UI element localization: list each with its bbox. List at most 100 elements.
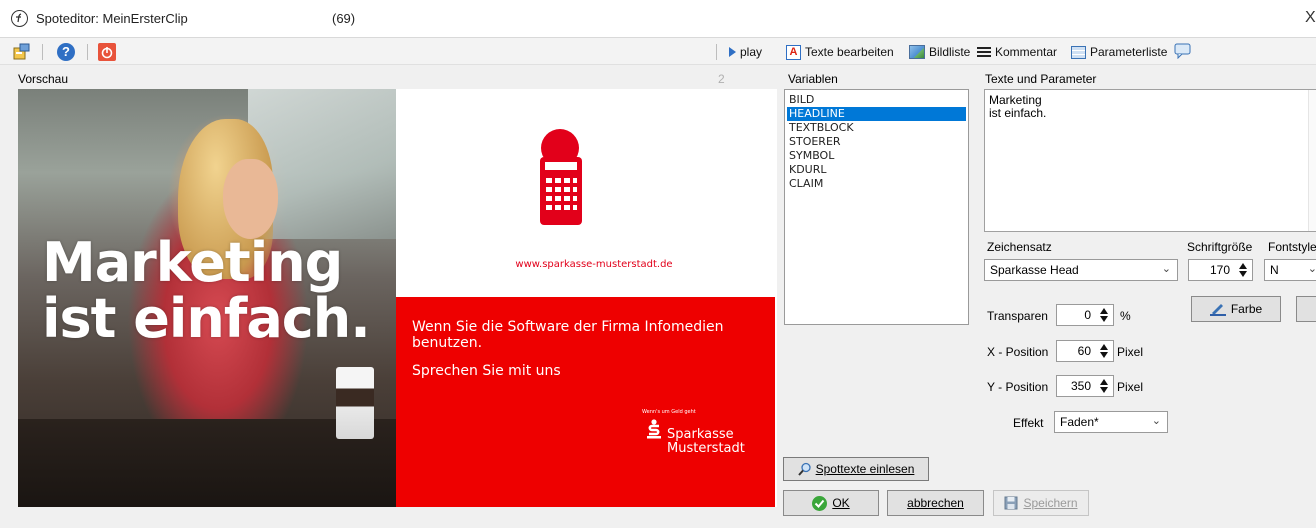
play-label: play: [740, 45, 763, 59]
textarea-scrollbar[interactable]: [1308, 90, 1316, 231]
y-position-value: 350: [1070, 379, 1091, 393]
save-icon: [1004, 496, 1018, 510]
power-icon[interactable]: [98, 43, 116, 61]
calculator-key: [555, 205, 561, 210]
font-size-value: 170: [1209, 263, 1230, 277]
title-bar: [0, 0, 1316, 38]
param-list-button[interactable]: Parameterliste: [1071, 42, 1167, 62]
effect-select[interactable]: Faden* ⌄: [1054, 411, 1168, 433]
calculator-key: [546, 205, 552, 210]
font-style-select[interactable]: N ⌄: [1264, 259, 1316, 281]
image-icon: [909, 45, 925, 59]
variable-list-item[interactable]: CLAIM: [787, 177, 966, 191]
preview-label: Vorschau: [18, 72, 69, 86]
search-icon: [797, 462, 812, 476]
play-button[interactable]: play: [729, 42, 762, 62]
play-icon: [729, 47, 736, 57]
extra-button[interactable]: [1296, 296, 1316, 322]
calculator-key: [546, 178, 552, 183]
variable-list-item[interactable]: SYMBOL: [787, 149, 966, 163]
ok-button[interactable]: OK: [783, 490, 879, 516]
text-edit-icon: A: [786, 44, 801, 60]
calculator-key: [573, 196, 577, 201]
close-button[interactable]: X: [1305, 9, 1316, 27]
color-button[interactable]: Farbe: [1191, 296, 1281, 322]
font-style-label: Fontstyle: [1268, 240, 1316, 254]
calculator-key: [573, 187, 577, 192]
calculator-key: [573, 178, 577, 183]
toolbar-separator: [87, 44, 88, 60]
preview-number: 2: [718, 72, 725, 86]
brand-line-2: Musterstadt: [667, 441, 745, 456]
check-icon: [812, 495, 828, 511]
ok-label: OK: [832, 496, 850, 510]
edit-texts-label: Texte bearbeiten: [805, 45, 894, 59]
text-input-area[interactable]: Marketing ist einfach.: [984, 89, 1316, 232]
font-size-label: Schriftgröße: [1187, 240, 1253, 254]
toolbar-separator: [42, 44, 43, 60]
settings-icon[interactable]: [13, 43, 31, 61]
headline-line-2: ist einfach.: [42, 287, 371, 350]
x-position-stepper[interactable]: 60: [1056, 340, 1114, 362]
spinner-arrows-icon[interactable]: [1238, 262, 1248, 278]
brand-line-1: Sparkasse: [667, 427, 734, 442]
table-icon: [1071, 45, 1086, 59]
help-icon[interactable]: ?: [57, 43, 75, 61]
window-count: (69): [332, 11, 356, 26]
font-select-value: Sparkasse Head: [990, 263, 1079, 277]
red-text-block: Wenn Sie die Software der Firma Infomedi…: [396, 297, 775, 507]
font-size-stepper[interactable]: 170: [1188, 259, 1253, 281]
read-spot-texts-button[interactable]: Spottexte einlesen: [783, 457, 929, 481]
variable-list-item[interactable]: STOERER: [787, 135, 966, 149]
photo-face: [223, 159, 278, 239]
variables-list[interactable]: BILD HEADLINE TEXTBLOCK STOERER SYMBOL KDURL C…: [784, 89, 969, 325]
color-button-label: Farbe: [1230, 302, 1263, 316]
headline-line-1: Marketing: [42, 231, 343, 294]
window-title: Spoteditor: MeinErsterClip: [36, 11, 188, 26]
x-position-label: X - Position: [987, 345, 1049, 359]
spinner-arrows-icon[interactable]: [1099, 343, 1109, 359]
calculator-screen: [545, 162, 577, 170]
variable-list-item[interactable]: TEXTBLOCK: [787, 121, 966, 135]
calculator-key: [564, 196, 570, 201]
chevron-down-icon: ⌄: [1161, 263, 1171, 275]
font-select[interactable]: Sparkasse Head ⌄: [984, 259, 1178, 281]
red-text-line-2: Sprechen Sie mit uns: [412, 363, 561, 379]
transparency-label: Transparen: [987, 309, 1048, 323]
calculator-key: [564, 187, 570, 192]
y-position-label: Y - Position: [987, 380, 1049, 394]
texts-label: Texte und Parameter: [985, 72, 1097, 86]
variable-list-item[interactable]: KDURL: [787, 163, 966, 177]
save-button[interactable]: Speichern: [993, 490, 1089, 516]
preview-canvas: Marketing ist einfach. www.sparkasse-mus…: [18, 89, 777, 507]
text-content-line-2: ist einfach.: [989, 106, 1047, 120]
image-list-button[interactable]: Bildliste: [909, 42, 970, 62]
variable-list-item[interactable]: HEADLINE: [787, 107, 966, 121]
preview-headline: Marketing ist einfach.: [42, 235, 396, 347]
cancel-button[interactable]: abbrechen: [887, 490, 984, 516]
transparency-stepper[interactable]: 0: [1056, 304, 1114, 326]
font-style-value: N: [1270, 263, 1279, 277]
red-text-line-1: Wenn Sie die Software der Firma Infomedi…: [412, 319, 724, 351]
calculator-key: [546, 196, 552, 201]
calculator-key: [555, 187, 561, 192]
spinner-arrows-icon[interactable]: [1099, 307, 1109, 323]
variable-list-item[interactable]: BILD: [787, 93, 966, 107]
percent-unit: %: [1120, 309, 1131, 323]
website-text: www.sparkasse-musterstadt.de: [515, 259, 673, 270]
effect-value: Faden*: [1060, 415, 1099, 429]
y-position-stepper[interactable]: 350: [1056, 375, 1114, 397]
save-label: Speichern: [1023, 496, 1078, 510]
calculator-key: [555, 196, 561, 201]
spinner-arrows-icon[interactable]: [1099, 378, 1109, 394]
calculator-key: [564, 205, 570, 210]
chevron-down-icon: ⌄: [1151, 415, 1161, 427]
comment-button[interactable]: Kommentar: [977, 42, 1057, 62]
edit-texts-button[interactable]: A Texte bearbeiten: [786, 42, 894, 62]
calculator-key: [573, 205, 577, 210]
cancel-label: abbrechen: [907, 496, 964, 510]
chat-icon[interactable]: [1174, 43, 1192, 60]
pencil-icon: [1209, 302, 1226, 316]
coffee-cup-image: [336, 367, 374, 439]
comment-label: Kommentar: [995, 45, 1058, 59]
